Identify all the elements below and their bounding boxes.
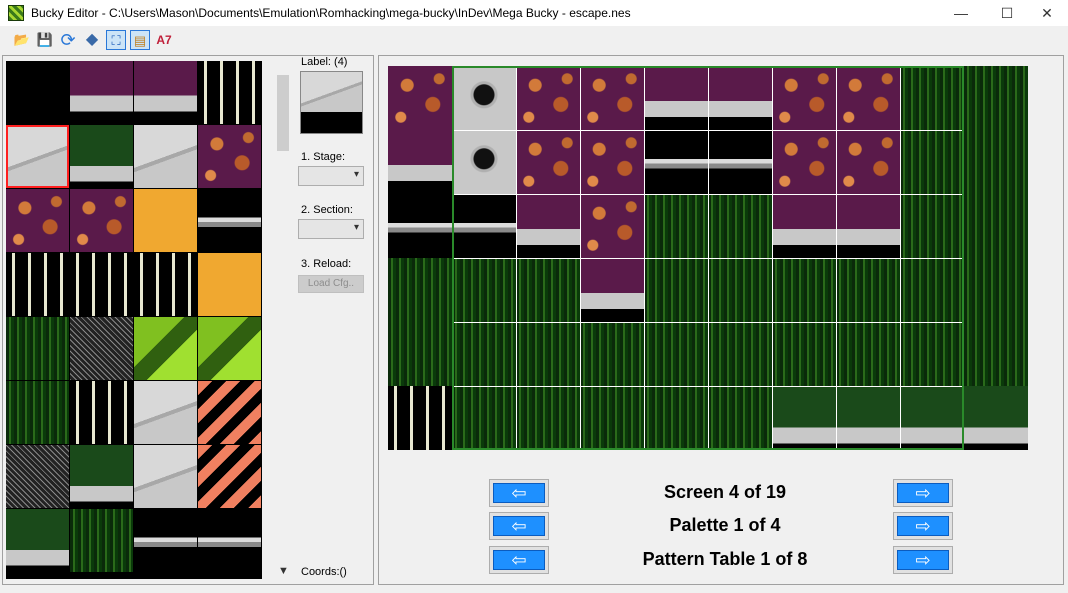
palette-tile[interactable] — [134, 445, 197, 508]
palette-tile[interactable] — [134, 381, 197, 444]
chevron-down-icon: ▾ — [353, 222, 359, 233]
palette-tile[interactable] — [6, 61, 69, 124]
palette-tile[interactable] — [198, 445, 261, 508]
palette-tile[interactable] — [70, 61, 133, 124]
a7-label[interactable]: A7 — [154, 30, 174, 50]
map-tile[interactable] — [388, 258, 452, 322]
tile-palette[interactable] — [6, 61, 262, 579]
map-tile[interactable] — [388, 130, 452, 194]
app-icon — [8, 5, 24, 21]
section-label: 2. Section: — [301, 204, 353, 216]
tile-scrollbar[interactable]: ▼ — [275, 61, 291, 579]
notes-icon[interactable]: ▤ — [130, 30, 150, 50]
palette-tile[interactable] — [6, 253, 69, 316]
palette-tile[interactable] — [134, 125, 197, 188]
window-title: Bucky Editor - C:\Users\Mason\Documents\… — [31, 6, 631, 20]
palette-tile[interactable] — [198, 61, 261, 124]
diamond-icon[interactable]: ◆ — [82, 30, 102, 50]
palette-tile[interactable] — [6, 445, 69, 508]
pattern-prev-button[interactable]: ⇦ — [489, 546, 549, 574]
title-bar: Bucky Editor - C:\Users\Mason\Documents\… — [0, 0, 1068, 26]
map-tile[interactable] — [964, 322, 1028, 386]
palette-tile[interactable] — [134, 61, 197, 124]
right-arrow-icon: ⇨ — [915, 516, 931, 536]
palette-tile[interactable] — [70, 189, 133, 252]
screen-prev-button[interactable]: ⇦ — [489, 479, 549, 507]
palette-tile[interactable] — [134, 509, 197, 572]
minimize-button[interactable]: — — [938, 0, 984, 26]
palette-tile[interactable] — [70, 253, 133, 316]
map-tile[interactable] — [388, 322, 452, 386]
map-tile[interactable] — [388, 194, 452, 258]
palette-tile[interactable] — [198, 509, 261, 572]
palette-tile-selected[interactable] — [6, 125, 69, 188]
palette-tile[interactable] — [198, 189, 261, 252]
palette-tile[interactable] — [70, 317, 133, 380]
palette-tile[interactable] — [70, 445, 133, 508]
scroll-down-icon[interactable]: ▼ — [278, 565, 289, 577]
stage-select[interactable]: ▾ — [298, 166, 364, 186]
map-tile[interactable] — [964, 194, 1028, 258]
map-tile[interactable] — [964, 130, 1028, 194]
palette-tile[interactable] — [70, 509, 133, 572]
load-cfg-button[interactable]: Load Cfg.. — [298, 275, 364, 293]
left-arrow-icon: ⇦ — [511, 483, 527, 503]
palette-indicator: Palette 1 of 4 — [669, 515, 781, 535]
palette-tile[interactable] — [134, 253, 197, 316]
stage-label: 1. Stage: — [301, 151, 346, 163]
map-tile[interactable] — [388, 386, 452, 450]
close-button[interactable]: ✕ — [1026, 0, 1068, 26]
chevron-down-icon: ▾ — [353, 169, 359, 180]
right-arrow-icon: ⇨ — [915, 550, 931, 570]
selected-tile-preview — [300, 71, 363, 134]
left-arrow-icon: ⇦ — [511, 516, 527, 536]
palette-prev-button[interactable]: ⇦ — [489, 512, 549, 540]
map-tile[interactable] — [964, 258, 1028, 322]
pattern-indicator: Pattern Table 1 of 8 — [642, 549, 808, 569]
left-arrow-icon: ⇦ — [511, 550, 527, 570]
palette-tile[interactable] — [6, 317, 69, 380]
palette-tile[interactable] — [70, 125, 133, 188]
save-icon[interactable]: 💾 — [35, 30, 55, 50]
palette-tile[interactable] — [6, 509, 69, 572]
palette-tile[interactable] — [6, 381, 69, 444]
toolbar: 📂 💾 ⟳ ◆ ⛶ ▤ A7 — [0, 28, 1068, 52]
palette-tile[interactable] — [134, 317, 197, 380]
maximize-button[interactable]: ☐ — [984, 0, 1030, 26]
fullscreen-icon[interactable]: ⛶ — [106, 30, 126, 50]
palette-tile[interactable] — [6, 189, 69, 252]
map-tile[interactable] — [388, 66, 452, 130]
open-icon[interactable]: 📂 — [12, 30, 32, 50]
pattern-next-button[interactable]: ⇨ — [893, 546, 953, 574]
map-tile[interactable] — [964, 66, 1028, 130]
reload-label: 3. Reload: — [301, 258, 352, 270]
right-arrow-icon: ⇨ — [915, 483, 931, 503]
section-select[interactable]: ▾ — [298, 219, 364, 239]
preview-tile — [301, 72, 362, 112]
palette-tile[interactable] — [198, 317, 261, 380]
screen-next-button[interactable]: ⇨ — [893, 479, 953, 507]
palette-tile[interactable] — [198, 253, 261, 316]
scrollbar-thumb[interactable] — [277, 75, 289, 151]
coords-readout: Coords:() — [301, 566, 347, 578]
palette-tile[interactable] — [198, 381, 261, 444]
level-map[interactable] — [388, 66, 1028, 450]
palette-tile[interactable] — [70, 381, 133, 444]
palette-tile[interactable] — [198, 125, 261, 188]
palette-tile[interactable] — [134, 189, 197, 252]
screen-indicator: Screen 4 of 19 — [663, 482, 787, 502]
palette-next-button[interactable]: ⇨ — [893, 512, 953, 540]
label-title: Label: (4) — [301, 56, 348, 68]
map-tile[interactable] — [964, 386, 1028, 450]
current-screen-outline — [452, 66, 964, 450]
reload-icon[interactable]: ⟳ — [58, 30, 78, 50]
